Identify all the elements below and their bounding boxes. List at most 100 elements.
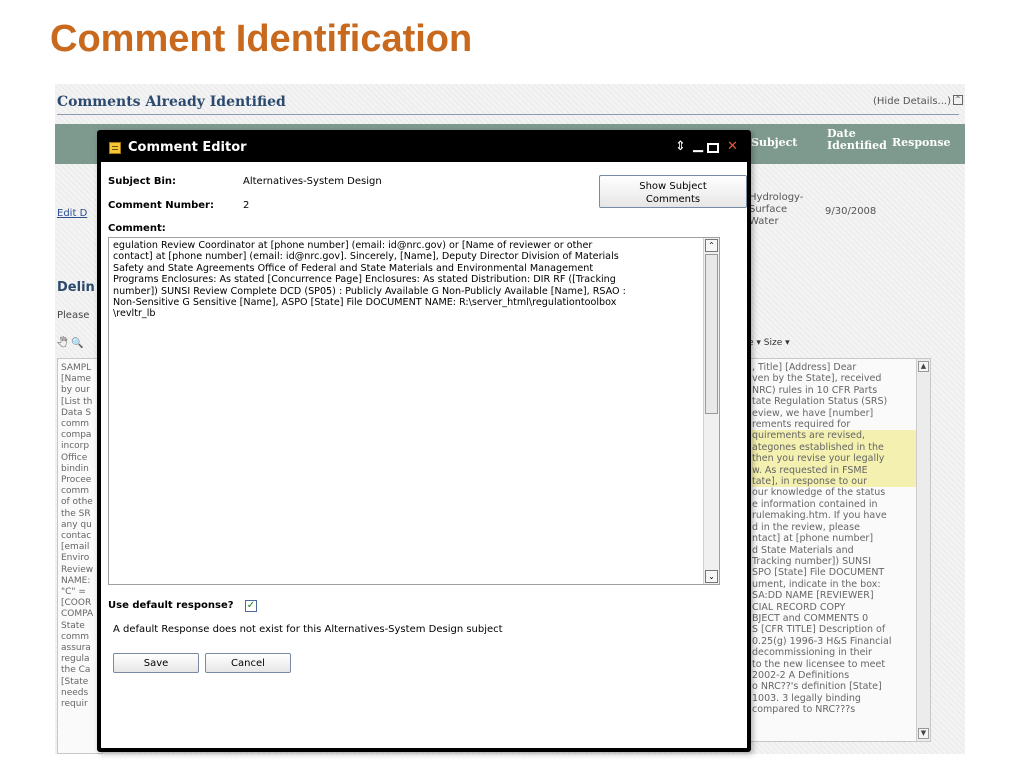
document-line-left: Procee — [61, 475, 92, 486]
document-line-right: rements required for — [752, 419, 851, 431]
maximize-icon[interactable] — [707, 143, 719, 153]
comment-number-value: 2 — [243, 200, 250, 211]
subject-bin-value: Alternatives-System Design — [243, 176, 382, 187]
document-line-left: by our — [61, 385, 90, 396]
document-line-right: compared to NRC???s — [752, 704, 856, 716]
document-line-right: quirements are revised, — [752, 430, 927, 442]
document-line-right: then you revise your legally — [752, 453, 927, 465]
document-line-right: , Title] [Address] Dear — [752, 362, 857, 373]
save-button[interactable]: Save — [113, 653, 199, 673]
document-editor-right[interactable]: , Title] [Address] Dear ven by the State]… — [747, 358, 931, 742]
heading-divider — [57, 114, 959, 115]
document-line-right: ument, indicate in the box: — [752, 578, 881, 590]
document-line-left: SAMPL — [61, 363, 92, 373]
document-line-left: needs — [61, 687, 89, 698]
column-subject[interactable]: Subject — [751, 137, 797, 149]
document-line-left: NAME: — [61, 575, 91, 586]
comment-scroll-down-icon[interactable]: ⌄ — [705, 570, 718, 583]
comment-editor-dialog: Comment Editor ⇕ ▁ ✕ Subject Bin: Altern… — [97, 130, 751, 752]
comment-line: Programs Enclosures: As stated [Concurre… — [113, 274, 616, 286]
comment-text[interactable]: egulation Review Coordinator at [phone n… — [113, 240, 699, 320]
document-line-right: decommissioning in their — [752, 647, 872, 659]
comment-line: \revltr_lb — [113, 308, 156, 320]
comment-line: number]) SUNSI Review Complete DCD (SP05… — [113, 285, 626, 297]
scroll-down-icon[interactable]: ▼ — [918, 728, 929, 739]
document-line-right: tate Regulation Status (SRS) — [752, 396, 888, 408]
document-line-left: Data S — [61, 407, 92, 418]
comment-scroll-thumb[interactable] — [705, 254, 718, 414]
document-line-right: 2002-2 A Definitions — [752, 669, 850, 681]
document-line-right: ven by the State], received — [752, 373, 882, 385]
document-line-right: tate], in response to our — [752, 476, 927, 488]
document-line-left: the SR — [61, 508, 91, 519]
document-line-left: [COOR — [61, 598, 92, 609]
comment-label: Comment: — [108, 223, 166, 234]
document-line-left: comm — [61, 419, 89, 430]
document-line-left: requir — [61, 699, 88, 710]
minimize-icon[interactable]: ▁ — [693, 138, 703, 154]
document-line-right: ategones established in the — [752, 441, 927, 454]
comment-line: contact] at [phone number] (email: id@nr… — [113, 251, 619, 263]
document-line-left: [State — [61, 676, 89, 687]
collapse-icon[interactable]: ⌃ — [953, 95, 963, 105]
hide-details-link[interactable]: (Hide Details...) — [873, 96, 951, 107]
dialog-titlebar[interactable]: Comment Editor ⇕ ▁ ✕ — [101, 134, 747, 162]
document-line-left: comm — [61, 631, 89, 642]
document-line-right: ntact] at [phone number] — [752, 533, 874, 545]
document-line-right: d State Materials and — [752, 544, 854, 556]
document-line-left: incorp — [61, 441, 90, 452]
cancel-button[interactable]: Cancel — [205, 653, 291, 673]
notepad-icon — [109, 142, 121, 154]
document-line-right: 0.25(g) 1996-3 H&S Financial — [752, 635, 892, 647]
document-line-left: [Name — [61, 374, 92, 385]
document-line-left: contac — [61, 531, 92, 542]
comment-textarea[interactable]: egulation Review Coordinator at [phone n… — [108, 237, 720, 585]
dialog-title: Comment Editor — [128, 140, 247, 155]
document-line-left: of othe — [61, 497, 93, 508]
document-line-right: BJECT and COMMENTS 0 — [752, 612, 869, 624]
document-line-left: bindin — [61, 463, 89, 474]
document-line-left: [List th — [61, 396, 93, 407]
please-text: Please — [57, 310, 90, 321]
comment-scrollbar[interactable]: ⌃ ⌄ — [703, 238, 719, 584]
close-icon[interactable]: ✕ — [727, 139, 738, 155]
editor-toolbar-size[interactable]: e ▾ Size ▾ — [748, 338, 790, 348]
use-default-response-label: Use default response? — [108, 600, 234, 611]
document-line-left: "C" = — [61, 587, 86, 598]
document-line-right: our knowledge of the status — [752, 487, 886, 499]
document-scrollbar[interactable]: ▲ ▼ — [916, 359, 930, 741]
document-line-left: [email — [61, 542, 90, 553]
default-response-note: A default Response does not exist for th… — [113, 624, 503, 635]
document-line-right: 1003. 3 legally binding — [752, 692, 861, 704]
edit-link[interactable]: Edit D — [57, 208, 87, 219]
document-line-right: NRC) rules in 10 CFR Parts — [752, 384, 878, 396]
document-line-left: State — [61, 620, 85, 631]
document-line-right: w. As requested in FSME — [752, 464, 927, 477]
document-line-left: any qu — [61, 519, 92, 530]
document-line-right: CIAL RECORD COPY — [752, 601, 846, 613]
document-line-right: rulemaking.htm. If you have — [752, 510, 887, 522]
column-response[interactable]: Response — [892, 137, 951, 149]
comment-line: egulation Review Coordinator at [phone n… — [113, 240, 593, 251]
document-line-right: d in the review, please — [752, 521, 860, 533]
document-line-left: regula — [61, 654, 90, 665]
comment-scroll-up-icon[interactable]: ⌃ — [705, 239, 718, 252]
document-line-right: SA:DD NAME [REVIEWER] — [752, 590, 874, 602]
document-line-left: comm — [61, 486, 89, 497]
document-line-right: o NRC??'s definition [State] — [752, 681, 882, 693]
document-line-right: e information contained in — [752, 498, 878, 510]
editor-toolbar-left[interactable]: 🖑 🔍 — [57, 336, 83, 353]
document-line-right: eview, we have [number] — [752, 407, 874, 419]
document-line-left: COMPA — [61, 609, 94, 620]
row-subject: Hydrology- Surface Water — [749, 192, 804, 227]
document-line-right: Tracking number]) SUNSI — [752, 555, 872, 567]
show-subject-comments-button[interactable]: Show Subject Comments — [599, 175, 747, 208]
restore-icon[interactable]: ⇕ — [675, 139, 686, 155]
document-line-left: Review — [61, 564, 94, 575]
scroll-up-icon[interactable]: ▲ — [918, 361, 929, 372]
column-date-identified[interactable]: Date Identified — [827, 128, 887, 152]
document-line-left: Office — [61, 452, 88, 463]
use-default-response-checkbox[interactable]: ✓ — [245, 600, 257, 612]
document-line-left: the Ca — [61, 665, 91, 676]
slide-title: Comment Identification — [50, 18, 473, 60]
